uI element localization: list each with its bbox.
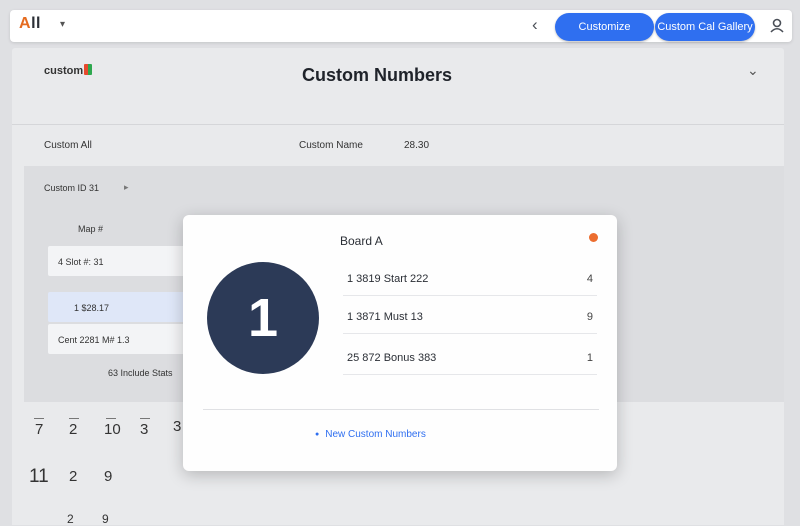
list-item[interactable]: 4 Slot #: 31 [48, 246, 198, 276]
subpanel-title: Custom ID 31 [44, 183, 100, 193]
top-bar: All ▾ ‹ Customize Numbers Custom Cal Gal… [10, 10, 792, 61]
board-dialog: Board A 1 1 3819 Start 222 4 1 3871 Must… [183, 215, 617, 471]
grid-number[interactable]: 2 [67, 512, 74, 526]
dialog-divider [203, 409, 599, 410]
map-label: Map # [78, 224, 104, 234]
grid-number[interactable]: 9 [102, 512, 109, 526]
close-dot-icon[interactable] [589, 233, 598, 242]
grid-number[interactable]: 9 [104, 468, 112, 485]
customize-numbers-button[interactable]: Customize Numbers [555, 13, 654, 61]
header-divider [12, 124, 784, 125]
logo-mark-icon [84, 64, 93, 75]
grid-marker [140, 418, 150, 419]
page-title: Custom Numbers [302, 65, 453, 85]
grid-marker [69, 418, 79, 419]
grid-marker [106, 418, 116, 419]
custom-name-label: Custom Name [299, 140, 363, 151]
dialog-row[interactable]: 25 872 Bonus 383 1 [343, 344, 597, 375]
grid-number[interactable]: 11 [29, 466, 49, 488]
grid-marker [34, 418, 44, 419]
grid-number[interactable]: 3 [140, 421, 148, 438]
brand-logo[interactable]: All [19, 15, 41, 33]
custom-all-label: Custom All [44, 140, 92, 151]
dialog-row[interactable]: 1 3871 Must 13 9 [343, 303, 597, 334]
caret-right-icon[interactable]: ▸ [124, 182, 129, 193]
grid-number[interactable]: 2 [69, 468, 77, 485]
brand-caret-icon[interactable]: ▾ [60, 19, 65, 30]
back-chevron-icon[interactable]: ‹ [532, 15, 538, 35]
include-stats-note: 63 Include Stats [108, 368, 173, 378]
new-custom-numbers-link[interactable]: ● New Custom Numbers [315, 429, 426, 440]
list-item[interactable]: Cent 2281 M# 1.3 [48, 324, 198, 354]
custom-gallery-button[interactable]: Custom Cal Gallery [655, 13, 755, 41]
app-logo: custom [44, 64, 93, 77]
big-number-badge: 1 [207, 262, 319, 374]
grid-number[interactable]: 10 [104, 421, 121, 438]
dialog-row[interactable]: 1 3819 Start 222 4 [343, 265, 597, 296]
grid-number[interactable]: 3 [173, 418, 181, 435]
grid-number[interactable]: 2 [69, 421, 77, 438]
grid-number[interactable]: 7 [35, 421, 43, 438]
custom-name-value: 28.30 [404, 140, 430, 151]
user-icon[interactable] [768, 17, 786, 35]
dialog-title: Board A [340, 234, 383, 248]
collapse-icon[interactable]: ⌄ [747, 62, 759, 79]
bullet-icon: ● [315, 431, 320, 438]
list-item-selected[interactable]: 1 $28.17 [48, 292, 198, 322]
